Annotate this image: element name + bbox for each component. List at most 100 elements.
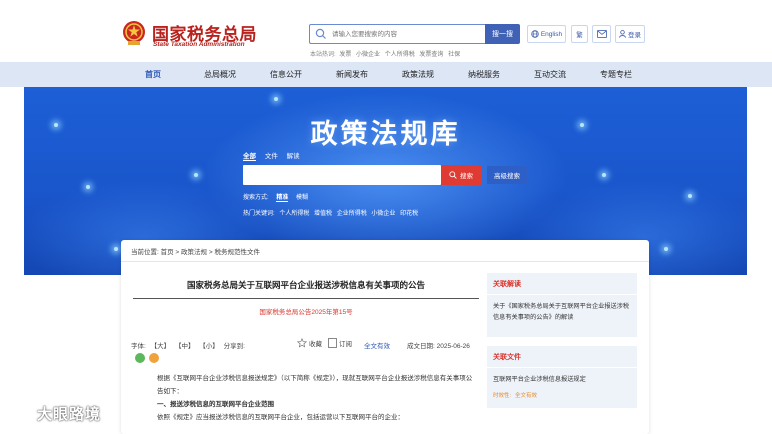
decorative-light-dot <box>664 247 668 251</box>
login-label: 登录 <box>628 32 641 39</box>
font-size-large[interactable]: 【大】 <box>151 343 171 350</box>
user-icon <box>619 30 626 38</box>
panel-divider <box>487 294 637 295</box>
scope-tab-files[interactable]: 文件 <box>265 153 278 160</box>
policy-search-label: 搜索 <box>460 173 473 180</box>
validity-status: 全文有效 <box>364 343 390 350</box>
hot-words-line: 本站热词: 发票 小微企业 个人所得税 发票查询 社保 <box>310 49 463 58</box>
document-body: 根据《互联网平台企业涉税信息报送规定》（以下简称《规定》），现就互联网平台企业报… <box>143 372 475 424</box>
search-scope-tabs: 全部 文件 解读 <box>243 150 307 161</box>
star-icon <box>297 338 307 348</box>
search-mode-fuzzy[interactable]: 模糊 <box>296 195 308 201</box>
related-interpretation-link[interactable]: 关于《国家税务总局关于互联网平台企业报送涉税信息有关事项的公告》的解读 <box>493 301 635 323</box>
hot-keyword-link[interactable]: 企业所得税 <box>337 211 367 217</box>
related-file-link[interactable]: 互联网平台企业涉税信息报送规定 <box>493 374 635 385</box>
policy-search-input[interactable] <box>243 165 441 185</box>
document-card: 当前位置: 首页 > 政策法规 > 税务规范性文件 国家税务总局关于互联网平台企… <box>121 240 649 434</box>
main-nav: 首页 总局概况 信息公开 新闻发布 政策法规 纳税服务 互动交流 专题专栏 <box>0 62 772 87</box>
scope-tab-interpretation[interactable]: 解读 <box>287 153 300 160</box>
favorite-button[interactable]: 收藏 <box>297 338 322 348</box>
subscribe-button[interactable]: 订阅 <box>328 338 352 348</box>
english-button[interactable]: English <box>527 25 566 43</box>
hot-word-link[interactable]: 发票查询 <box>419 52 443 58</box>
nav-item-overview[interactable]: 总局概况 <box>204 62 236 87</box>
subscribe-icon <box>328 338 337 348</box>
breadcrumb-separator: > <box>173 249 182 256</box>
watermark: 大眼路境 <box>8 403 101 424</box>
document-title: 国家税务总局关于互联网平台企业报送涉税信息有关事项的公告 <box>186 280 425 290</box>
nav-item-policy[interactable]: 政策法规 <box>402 62 434 87</box>
hot-word-link[interactable]: 发票 <box>339 52 351 58</box>
breadcrumb-item[interactable]: 政策法规 <box>181 249 207 256</box>
scope-tab-all[interactable]: 全部 <box>243 153 256 161</box>
hot-keyword-link[interactable]: 小微企业 <box>371 211 395 217</box>
policy-search-button[interactable]: 搜索 <box>441 165 481 185</box>
hot-word-link[interactable]: 社保 <box>448 52 460 58</box>
site-search-input[interactable] <box>332 27 482 41</box>
hot-word-link[interactable]: 个人所得税 <box>385 52 415 58</box>
search-mode-label: 搜索方式: <box>243 195 269 201</box>
nav-item-topics[interactable]: 专题专栏 <box>600 62 632 87</box>
national-emblem-icon[interactable] <box>122 20 146 47</box>
globe-icon <box>531 30 539 38</box>
breadcrumb: 当前位置: 首页 > 政策法规 > 税务规范性文件 <box>131 246 260 256</box>
mail-icon <box>596 30 607 38</box>
breadcrumb-divider <box>121 261 649 262</box>
hot-word-link[interactable]: 小微企业 <box>356 52 380 58</box>
related-interpretation-panel: 关联解读 关于《国家税务总局关于互联网平台企业报送涉税信息有关事项的公告》的解读 <box>487 273 637 337</box>
nav-item-news[interactable]: 新闻发布 <box>336 62 368 87</box>
search-mode-line: 搜索方式: 精准 模糊 <box>243 192 314 202</box>
decorative-light-dot <box>274 97 278 101</box>
breadcrumb-item[interactable]: 首页 <box>161 249 174 256</box>
search-icon <box>449 171 457 179</box>
mail-button[interactable] <box>592 25 611 43</box>
decorative-light-dot <box>194 173 198 177</box>
nav-item-disclosure[interactable]: 信息公开 <box>270 62 302 87</box>
related-file-meta: 时效性: 全文有效 <box>493 391 541 399</box>
related-file-heading: 关联文件 <box>493 354 521 361</box>
login-button[interactable]: 登录 <box>615 25 645 43</box>
body-paragraph: 依照《规定》应当报送涉税信息的互联网平台企业，包括运营以下互联网平台的企业： <box>157 414 404 421</box>
decorative-light-dot <box>602 173 606 177</box>
nav-item-interaction[interactable]: 互动交流 <box>534 62 566 87</box>
hot-keyword-link[interactable]: 个人所得税 <box>279 211 309 217</box>
watermark-logo-icon <box>8 405 32 421</box>
decorative-light-dot <box>688 194 692 198</box>
favorite-label: 收藏 <box>309 341 322 348</box>
banner-title: 政策法规库 <box>310 119 461 150</box>
date-value: 2025-06-26 <box>436 343 470 350</box>
breadcrumb-prefix: 当前位置: <box>131 249 159 256</box>
related-interpretation-heading: 关联解读 <box>493 281 521 288</box>
search-mode-exact[interactable]: 精准 <box>276 195 289 202</box>
body-heading: 一、报送涉税信息的互联网平台企业范围 <box>157 401 274 408</box>
watermark-text: 大眼路境 <box>37 405 102 423</box>
related-file-panel: 关联文件 互联网平台企业涉税信息报送规定 时效性: 全文有效 <box>487 346 637 408</box>
font-size-medium[interactable]: 【中】 <box>175 343 195 350</box>
nav-item-service[interactable]: 纳税服务 <box>468 62 500 87</box>
panel-divider <box>487 367 637 368</box>
hot-keywords-line: 热门关键词: 个人所得税 增值税 企业所得税 小微企业 印花税 <box>243 208 421 217</box>
nav-item-home[interactable]: 首页 <box>145 62 161 87</box>
breadcrumb-item[interactable]: 税务规范性文件 <box>214 249 260 256</box>
related-file-meta-label: 时效性: <box>493 393 512 399</box>
hot-words-label: 本站热词: <box>310 52 336 58</box>
font-size-label: 字体: <box>131 343 146 350</box>
font-size-small[interactable]: 【小】 <box>199 343 219 350</box>
subscribe-label: 订阅 <box>339 341 352 348</box>
traditional-chinese-button[interactable]: 繁 <box>571 25 588 43</box>
site-search-button[interactable]: 搜一搜 <box>485 24 520 44</box>
title-divider <box>133 298 479 299</box>
site-logo-subtitle: State Taxation Administration <box>153 41 245 48</box>
site-header: 国家税务总局 State Taxation Administration 搜一搜… <box>0 0 772 62</box>
weibo-share-icon[interactable] <box>149 353 159 363</box>
body-paragraph: 根据《互联网平台企业涉税信息报送规定》（以下简称《规定》），现就互联网平台企业报… <box>157 375 473 395</box>
share-buttons <box>135 353 159 363</box>
english-label: English <box>540 30 563 38</box>
wechat-share-icon[interactable] <box>135 353 145 363</box>
hot-keyword-link[interactable]: 印花税 <box>400 211 418 217</box>
advanced-search-button[interactable]: 高级搜索 <box>487 166 527 184</box>
decorative-light-dot <box>114 247 118 251</box>
decorative-light-dot <box>86 185 90 189</box>
hot-keyword-link[interactable]: 增值税 <box>314 211 332 217</box>
site-search-box[interactable] <box>309 24 485 44</box>
